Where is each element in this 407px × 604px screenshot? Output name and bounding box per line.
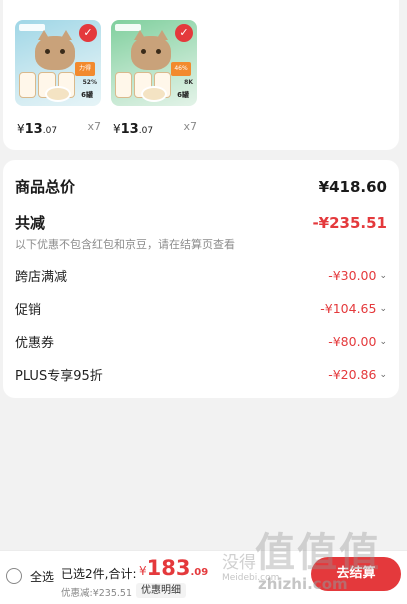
check-badge-icon[interactable]: ✓: [175, 24, 193, 42]
chevron-down-icon: ⌄: [379, 336, 387, 347]
pack-count: 6罐: [81, 91, 93, 99]
product-thumbnail[interactable]: ✓ 力得 52% 6罐: [15, 20, 101, 106]
select-all-label[interactable]: 全选: [30, 568, 54, 585]
discount-detail-button[interactable]: 优惠明细: [136, 583, 186, 598]
price-row: ¥13.07 x7: [15, 114, 101, 137]
discount-label: 共减: [15, 214, 46, 232]
bowl-image: [141, 86, 167, 102]
cart-page: ✓ 力得 52% 6罐 ¥13.07 x7 ✓ 46% 8K 6罐 ¥13.07…: [0, 0, 407, 604]
product-item[interactable]: ✓ 力得 52% 6罐 ¥13.07 x7: [15, 20, 101, 137]
percent-label: 52%: [82, 79, 97, 86]
pack-count: 6罐: [177, 91, 189, 99]
bowl-image: [45, 86, 71, 102]
discount-item-label: 跨店满减: [15, 270, 68, 285]
promo-label: 力得: [75, 62, 95, 76]
discount-item-value[interactable]: -¥30.00 ⌄: [328, 268, 387, 283]
product-quantity: x7: [183, 120, 197, 133]
chevron-down-icon: ⌄: [379, 303, 387, 314]
cat-image: [131, 30, 171, 70]
price-row: ¥13.07 x7: [111, 114, 197, 137]
discount-item-value[interactable]: -¥20.86 ⌄: [328, 367, 387, 382]
cat-image: [35, 30, 75, 70]
price-summary-card: 商品总价 ¥418.60 共减 -¥235.51 以下优惠不包含红包和京豆，请在…: [3, 160, 399, 398]
total-amount: ¥183.09: [139, 556, 209, 580]
product-thumbnail[interactable]: ✓ 46% 8K 6罐: [111, 20, 197, 106]
products-card: ✓ 力得 52% 6罐 ¥13.07 x7 ✓ 46% 8K 6罐 ¥13.07…: [3, 0, 399, 150]
product-item[interactable]: ✓ 46% 8K 6罐 ¥13.07 x7: [111, 20, 197, 137]
discount-item-row[interactable]: 跨店满减 -¥30.00 ⌄: [15, 266, 387, 285]
discount-item-value[interactable]: -¥104.65 ⌄: [320, 301, 387, 316]
discount-item-label: 促销: [15, 303, 42, 318]
percent-label: 8K: [184, 79, 193, 86]
radio-unchecked-icon[interactable]: [6, 568, 22, 584]
chevron-down-icon: ⌄: [379, 369, 387, 380]
product-quantity: x7: [87, 120, 101, 133]
total-row: 商品总价 ¥418.60: [15, 176, 387, 197]
discount-item-row[interactable]: 促销 -¥104.65 ⌄: [15, 299, 387, 318]
discount-item-label: PLUS专享95折: [15, 369, 103, 384]
discount-item-row[interactable]: 优惠券 -¥80.00 ⌄: [15, 332, 387, 351]
checkout-bar: 全选 已选2件,合计: ¥183.09 优惠减:¥235.51 优惠明细 去结算: [0, 550, 407, 604]
discount-note: 以下优惠不包含红包和京豆，请在结算页查看: [15, 238, 235, 251]
promo-label: 46%: [171, 62, 191, 76]
check-badge-icon[interactable]: ✓: [79, 24, 97, 42]
total-value: ¥418.60: [318, 177, 387, 196]
discount-item-value[interactable]: -¥80.00 ⌄: [328, 334, 387, 349]
discount-row: 共减 -¥235.51: [15, 212, 387, 233]
product-price: ¥13.07: [113, 122, 154, 137]
chevron-down-icon: ⌄: [379, 270, 387, 281]
checkout-button[interactable]: 去结算: [311, 557, 401, 591]
discount-item-row[interactable]: PLUS专享95折 -¥20.86 ⌄: [15, 365, 387, 384]
total-label: 商品总价: [15, 178, 76, 196]
discount-item-label: 优惠券: [15, 336, 55, 351]
saved-amount-text: 优惠减:¥235.51: [61, 588, 132, 599]
discount-value: -¥235.51: [312, 213, 387, 232]
product-price: ¥13.07: [17, 122, 58, 137]
selected-count-text: 已选2件,合计:: [61, 567, 137, 581]
